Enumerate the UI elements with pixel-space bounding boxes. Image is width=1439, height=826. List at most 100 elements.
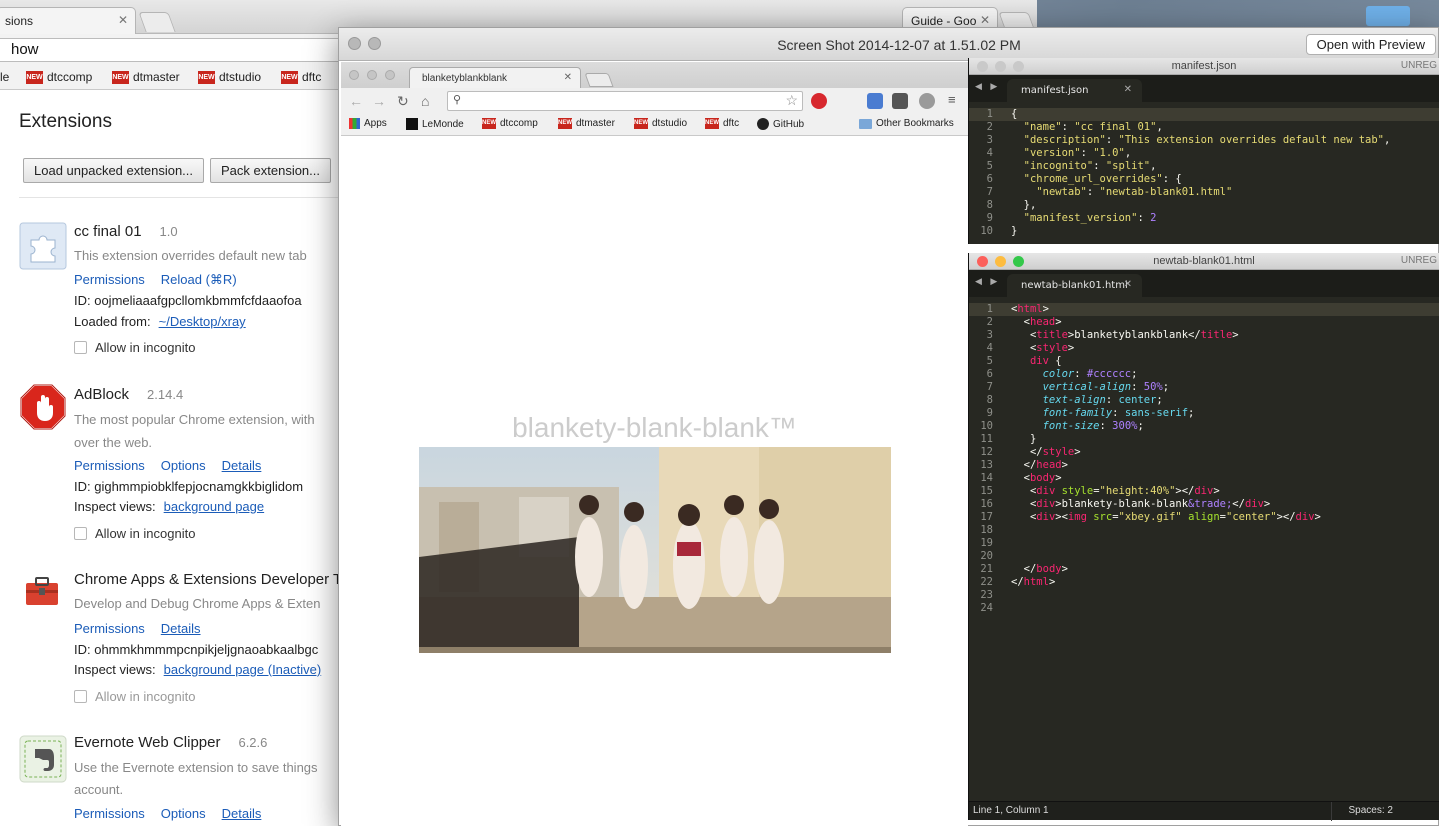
permissions-link[interactable]: Permissions — [74, 621, 145, 636]
close-icon[interactable]: ✕ — [118, 13, 128, 27]
bookmark-item[interactable]: NEW dtccomp — [26, 70, 92, 84]
cursor-position: Line 1, Column 1 — [973, 805, 1049, 816]
new-badge-icon: NEW — [26, 70, 43, 84]
unregistered-label: UNREG — [1400, 255, 1437, 266]
menu-icon: ≡ — [948, 92, 956, 107]
close-icon: ✕ — [563, 72, 572, 83]
apps-grid-icon — [349, 118, 360, 129]
extension-version: 6.2.6 — [238, 735, 268, 750]
incognito-checkbox[interactable]: Allow in incognito — [74, 526, 195, 541]
star-icon: ☆ — [785, 92, 798, 108]
tab-label: sions — [5, 14, 34, 28]
permissions-link[interactable]: Permissions — [74, 806, 145, 821]
sublime-manifest-window: manifest.json UNREG ◀ ▶ manifest.json ✕ … — [968, 58, 1439, 244]
details-link[interactable]: Details — [222, 806, 262, 821]
back-arrow-icon: ← — [349, 93, 363, 109]
permissions-link[interactable]: Permissions — [74, 458, 145, 473]
inspect-views: Inspect views: background page — [74, 499, 265, 514]
tab-newtab-blank01[interactable]: newtab-blank01.html ✕ — [1007, 274, 1142, 297]
tab-manifest-json[interactable]: manifest.json ✕ — [1007, 79, 1142, 102]
bookmark-item[interactable]: NEW dtstudio — [198, 70, 261, 84]
options-link[interactable]: Options — [161, 806, 206, 821]
tab-extensions[interactable]: sions ✕ — [0, 7, 136, 34]
incognito-checkbox[interactable]: Allow in incognito — [74, 340, 195, 355]
extension-description: Develop and Debug Chrome Apps & Exten — [74, 596, 321, 611]
details-link[interactable]: Details — [222, 458, 262, 473]
new-badge-icon: NEW — [634, 118, 648, 129]
code-editor[interactable]: 1{ 2 "name": "cc final 01", 3 "descripti… — [969, 108, 1439, 238]
extension-description: The most popular Chrome extension, with — [74, 412, 315, 427]
bookmark-item[interactable]: NEW dtmaster — [112, 70, 180, 84]
window-title-bar: manifest.json UNREG — [969, 58, 1439, 75]
permissions-link[interactable]: Permissions — [74, 272, 145, 288]
puzzle-icon — [19, 222, 67, 270]
new-badge-icon: NEW — [112, 70, 129, 84]
extension-name: AdBlock 2.14.4 — [74, 386, 184, 403]
bookmark-item[interactable]: le — [0, 70, 9, 84]
extension-version: 2.14.4 — [147, 387, 184, 402]
extension-id: ID: ohmmkhmmmpcnpikjeljgnaoabkaalbgc — [74, 642, 319, 657]
tab-nav-arrows-icon[interactable]: ◀ ▶ — [975, 81, 1000, 92]
tab-label: Guide - Goo — [911, 14, 977, 28]
load-unpacked-button[interactable]: Load unpacked extension... — [23, 158, 205, 183]
omnibox: ⚲ ☆ — [447, 91, 803, 111]
extensions-page: Extensions Load unpacked extension... Pa… — [0, 91, 340, 826]
close-icon[interactable]: ✕ — [1124, 84, 1132, 95]
incognito-checkbox[interactable]: Allow in incognito — [74, 689, 195, 704]
divider — [1331, 802, 1332, 821]
new-tab-button[interactable] — [138, 12, 176, 32]
other-bookmarks: Other Bookmarks — [859, 118, 954, 129]
extension-links: Permissions Options Details — [74, 806, 277, 821]
options-link[interactable]: Options — [161, 458, 206, 473]
adblock-stop-hand-icon — [19, 383, 67, 431]
search-icon: ⚲ — [453, 94, 462, 106]
preview-title-bar: Screen Shot 2014-12-07 at 1.51.02 PM Ope… — [339, 28, 1438, 61]
pack-extension-button[interactable]: Pack extension... — [210, 158, 331, 183]
reload-link[interactable]: Reload (⌘R) — [161, 272, 237, 288]
extension-id: ID: gighmmpiobklfepjocnamgkkbiglidom — [74, 479, 304, 494]
extension-description-2: over the web. — [74, 435, 153, 450]
bookmark-item: NEW dtmaster — [558, 118, 615, 129]
details-link[interactable]: Details — [161, 621, 201, 636]
bookmark-item: Apps — [349, 118, 387, 129]
divider — [19, 197, 340, 198]
bookmark-item: GitHub — [757, 118, 804, 130]
tab-label: blanketyblankblank — [422, 73, 508, 84]
lemonde-icon — [406, 118, 418, 130]
checkbox-icon[interactable] — [74, 527, 87, 540]
extension-version: 1.0 — [159, 224, 178, 239]
checkbox-icon[interactable] — [74, 690, 87, 703]
editor-tab-bar: ◀ ▶ newtab-blank01.html ✕ — [969, 270, 1439, 297]
bookmark-item[interactable]: NEW dftc — [281, 70, 321, 84]
screenshot-chrome-window: blanketyblankblank ✕ ← → ↻ ⌂ ⚲ ☆ ≡ Apps … — [341, 62, 968, 826]
bookmark-item: NEW dtstudio — [634, 118, 688, 129]
background-page-link[interactable]: background page — [164, 499, 264, 514]
code-editor[interactable]: 1 <html> 2 <head> 3 <title>blanketyblankb… — [969, 303, 1439, 615]
checkbox-icon[interactable] — [74, 341, 87, 354]
page-content: blankety-blank-blank™ — [341, 137, 968, 826]
unregistered-label: UNREG — [1400, 60, 1437, 71]
window-title: manifest.json — [1171, 60, 1237, 72]
toolbar: ← → ↻ ⌂ ⚲ ☆ ≡ — [341, 88, 968, 114]
reload-icon: ↻ — [397, 93, 409, 109]
close-icon[interactable]: ✕ — [980, 13, 990, 27]
indentation-setting[interactable]: Spaces: 2 — [1349, 805, 1393, 816]
background-page-link[interactable]: background page (Inactive) — [164, 662, 322, 677]
open-with-preview-button[interactable]: Open with Preview — [1305, 34, 1436, 55]
loaded-from-link[interactable]: ~/Desktop/xray — [159, 314, 246, 329]
tab-bar: blanketyblankblank ✕ — [341, 62, 968, 88]
bookmark-item: LeMonde — [406, 118, 464, 130]
blankety-blank-heading: blankety-blank-blank™ — [512, 412, 797, 443]
tab-nav-arrows-icon[interactable]: ◀ ▶ — [975, 276, 1000, 287]
sublime-html-window: newtab-blank01.html UNREG ◀ ▶ newtab-bla… — [968, 253, 1439, 821]
extension-name: Chrome Apps & Extensions Developer T — [74, 571, 340, 588]
translate-icon — [867, 93, 883, 109]
close-icon[interactable]: ✕ — [1124, 279, 1132, 290]
extension-links: Permissions Reload (⌘R) — [74, 272, 253, 288]
folder-icon[interactable] — [1366, 6, 1410, 26]
status-bar: Line 1, Column 1 Spaces: 2 — [969, 801, 1439, 821]
new-tab-icon — [584, 73, 614, 87]
window-title: newtab-blank01.html — [1153, 255, 1255, 267]
github-icon — [757, 118, 769, 130]
toolbox-icon — [24, 573, 60, 609]
